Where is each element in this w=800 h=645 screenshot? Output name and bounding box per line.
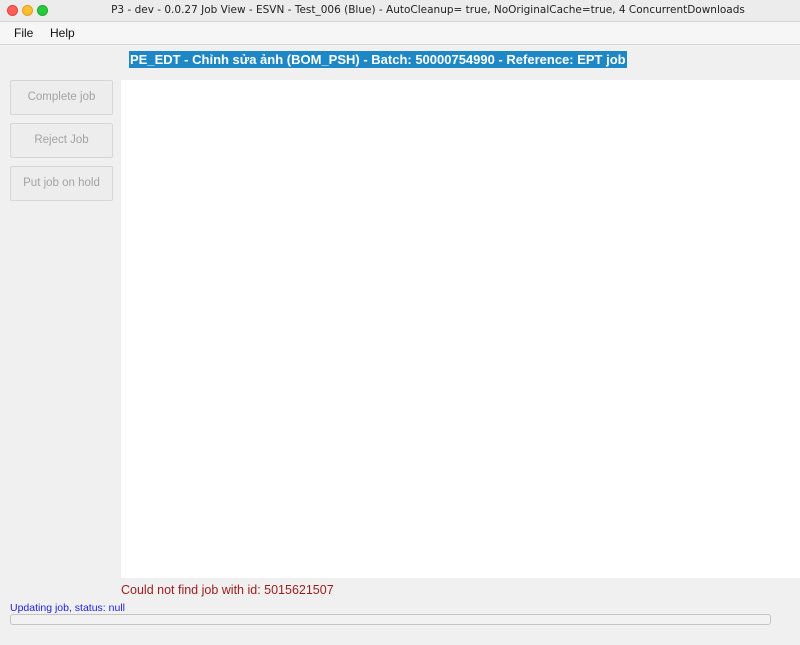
job-header: PE_EDT - Chỉnh sửa ảnh (BOM_PSH) - Batch… [129, 51, 627, 68]
status-message: Updating job, status: null [10, 602, 125, 614]
error-message: Could not find job with id: 5015621507 [121, 583, 334, 597]
complete-job-button[interactable]: Complete job [10, 80, 113, 115]
close-window-icon[interactable] [7, 5, 18, 16]
window-title: P3 - dev - 0.0.27 Job View - ESVN - Test… [111, 4, 745, 16]
menu-help[interactable]: Help [50, 22, 75, 44]
minimize-window-icon[interactable] [22, 5, 33, 16]
menu-file[interactable]: File [14, 22, 33, 44]
menu-bar: File Help [0, 22, 800, 45]
maximize-window-icon[interactable] [37, 5, 48, 16]
reject-job-button[interactable]: Reject Job [10, 123, 113, 158]
progress-bar [10, 614, 771, 625]
job-content-panel [121, 80, 800, 578]
hold-job-button[interactable]: Put job on hold [10, 166, 113, 201]
window-titlebar: P3 - dev - 0.0.27 Job View - ESVN - Test… [0, 0, 800, 22]
